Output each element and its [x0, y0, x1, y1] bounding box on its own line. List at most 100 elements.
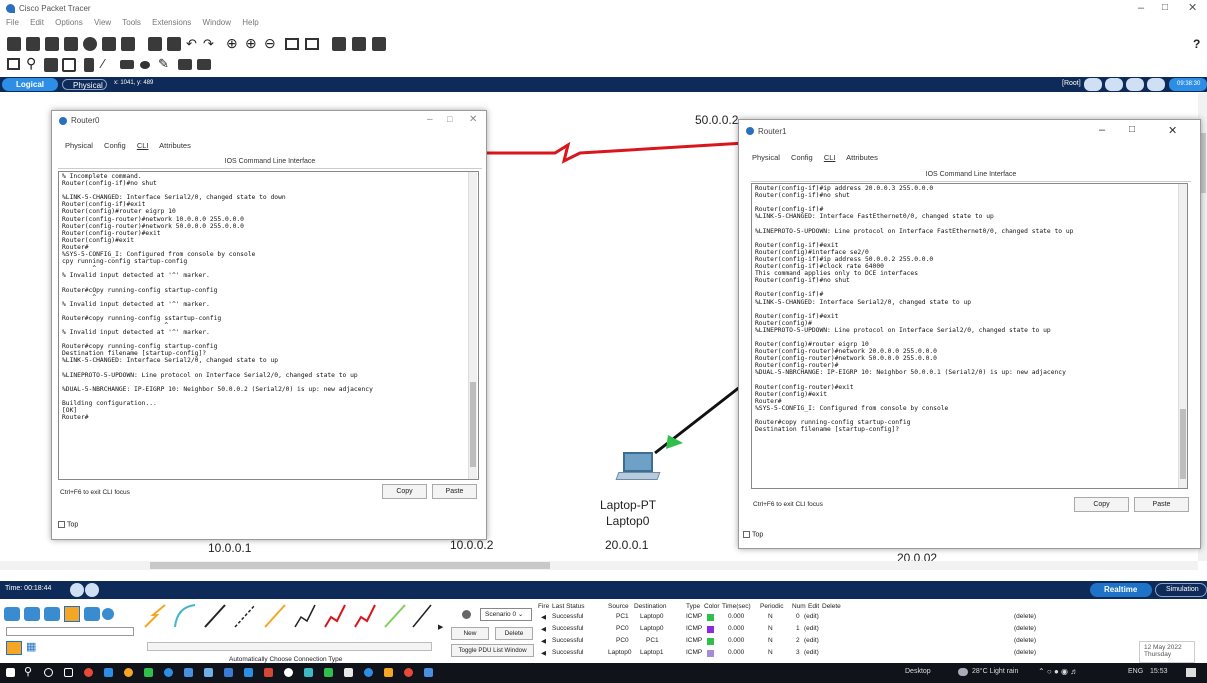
- taskbar-app-icon[interactable]: [364, 668, 373, 677]
- new-file-icon[interactable]: [7, 37, 21, 51]
- realtime-tab[interactable]: Realtime: [1090, 583, 1152, 597]
- weather-text[interactable]: 28°C Light rain: [972, 668, 1018, 675]
- paste-icon[interactable]: [167, 37, 181, 51]
- taskbar-app-icon[interactable]: [144, 668, 153, 677]
- add-simple-pdu-icon[interactable]: [178, 59, 192, 70]
- root-button[interactable]: [Root]: [1062, 80, 1081, 87]
- menu-file[interactable]: File: [6, 18, 19, 27]
- draw-ellipse-icon[interactable]: [140, 61, 150, 69]
- multiuser-icon[interactable]: [102, 608, 114, 620]
- router0-window[interactable]: Router0 – □ ✕ Physical Config CLI Attrib…: [51, 110, 487, 540]
- misc-icon[interactable]: [84, 607, 100, 621]
- tray-icons[interactable]: ⌃ ○ ● ◉ ♬: [1038, 667, 1078, 676]
- router1-minimize-icon[interactable]: –: [1099, 124, 1105, 136]
- tab-config[interactable]: Config: [104, 141, 126, 150]
- taskbar-app-icon[interactable]: [184, 668, 193, 677]
- simulation-tab[interactable]: Simulation: [1155, 583, 1207, 597]
- freeform-icon[interactable]: ✎: [158, 56, 169, 72]
- redo-icon[interactable]: ↷: [203, 36, 214, 52]
- router1-maximize-icon[interactable]: □: [1129, 124, 1135, 135]
- save-icon[interactable]: [45, 37, 59, 51]
- cable-scroll[interactable]: [147, 642, 432, 651]
- tab-cli[interactable]: CLI: [137, 141, 149, 150]
- activity-wizard-icon[interactable]: [121, 37, 135, 51]
- menu-extensions[interactable]: Extensions: [152, 18, 191, 27]
- router1-paste-button[interactable]: Paste: [1134, 497, 1189, 512]
- custom-devices-icon[interactable]: [305, 38, 319, 50]
- taskbar-app-icon[interactable]: [284, 668, 293, 677]
- router1-top-checkbox[interactable]: Top: [743, 531, 763, 538]
- undo-icon[interactable]: ↶: [186, 36, 197, 52]
- expand-arrow-icon[interactable]: ▶: [438, 623, 443, 631]
- pdu-row2-edit[interactable]: (edit): [804, 637, 819, 644]
- taskbar-app-icon[interactable]: [404, 668, 413, 677]
- pdu-fire-icon[interactable]: ◀: [541, 613, 546, 621]
- help-icon[interactable]: ?: [1193, 37, 1200, 51]
- serial-link[interactable]: [487, 141, 746, 164]
- delete-scenario-button[interactable]: Delete: [495, 627, 533, 640]
- fast-forward-icon[interactable]: [85, 583, 99, 597]
- zoom-out-icon[interactable]: ⊖: [264, 35, 276, 52]
- viewport-icon[interactable]: [1147, 78, 1165, 91]
- router0-copy-button[interactable]: Copy: [382, 484, 427, 499]
- scenario-select[interactable]: Scenario 0 ⌄: [480, 608, 532, 621]
- draw-rectangle-icon[interactable]: [120, 60, 134, 69]
- taskbar-app-icon[interactable]: [204, 668, 213, 677]
- pdu-fire-icon[interactable]: ◀: [541, 649, 546, 657]
- pdu-row3-edit[interactable]: (edit): [804, 649, 819, 656]
- taskbar-app-icon[interactable]: [324, 668, 333, 677]
- router0-maximize-icon[interactable]: □: [447, 114, 452, 124]
- cable-icons[interactable]: [143, 601, 433, 631]
- menu-view[interactable]: View: [94, 18, 111, 27]
- tab-physical[interactable]: Physical: [752, 153, 780, 162]
- zoom-in-icon[interactable]: ⊕: [226, 35, 238, 52]
- draw-line-icon[interactable]: ∕: [102, 56, 104, 71]
- router1-titlebar[interactable]: Router1 – □ ✕: [739, 120, 1200, 142]
- connections-icon[interactable]: [64, 606, 80, 622]
- router1-cli-scrollbar[interactable]: [1178, 184, 1187, 488]
- delete-icon[interactable]: [44, 58, 58, 72]
- start-icon[interactable]: [6, 668, 15, 677]
- menu-help[interactable]: Help: [242, 18, 258, 27]
- place-note-icon[interactable]: [84, 58, 94, 72]
- pdu-row1-delete[interactable]: (delete): [1014, 625, 1036, 632]
- router0-cli-scrollbar[interactable]: [468, 172, 477, 479]
- laptop-icon[interactable]: [615, 452, 661, 482]
- network-wizard-icon[interactable]: [102, 37, 116, 51]
- taskbar-app-icon[interactable]: [424, 668, 433, 677]
- taskbar-app-icon[interactable]: [84, 668, 93, 677]
- search-icon[interactable]: ⚲: [24, 665, 32, 678]
- cortana-icon[interactable]: [44, 668, 53, 677]
- navigation-icon[interactable]: [1105, 78, 1123, 91]
- add-complex-pdu-icon[interactable]: [197, 59, 211, 70]
- router1-window[interactable]: Router1 – □ ✕ Physical Config CLI Attrib…: [738, 119, 1201, 549]
- select-icon[interactable]: [7, 58, 20, 70]
- device-list-box[interactable]: [6, 627, 134, 636]
- taskbar-app-icon[interactable]: [164, 668, 173, 677]
- reset-time-icon[interactable]: [70, 583, 84, 597]
- menu-tools[interactable]: Tools: [122, 18, 141, 27]
- router1-copy-button[interactable]: Copy: [1074, 497, 1129, 512]
- router0-paste-button[interactable]: Paste: [432, 484, 477, 499]
- router0-cli-console[interactable]: % Incomplete command. Router(config-if)#…: [58, 171, 479, 480]
- pdu-row2-delete[interactable]: (delete): [1014, 637, 1036, 644]
- new-scenario-button[interactable]: New: [451, 627, 489, 640]
- resize-icon[interactable]: [62, 58, 76, 72]
- pdu-fire-icon[interactable]: ◀: [541, 625, 546, 633]
- logical-tab[interactable]: Logical: [2, 78, 58, 91]
- tab-attributes[interactable]: Attributes: [159, 141, 191, 150]
- pdu-fire-icon[interactable]: ◀: [541, 637, 546, 645]
- print-icon[interactable]: [64, 37, 78, 51]
- router1-close-icon[interactable]: ✕: [1168, 124, 1177, 137]
- copy-icon[interactable]: [148, 37, 162, 51]
- notification-icon[interactable]: [1186, 668, 1196, 677]
- toggle-pdu-list-button[interactable]: Toggle PDU List Window: [451, 644, 534, 657]
- minimize-icon[interactable]: –: [1138, 2, 1144, 14]
- tab-attributes[interactable]: Attributes: [846, 153, 878, 162]
- workspace-scrollbar-h[interactable]: [0, 561, 1198, 570]
- router0-titlebar[interactable]: Router0 – □ ✕: [52, 111, 486, 133]
- taskbar-app-icon[interactable]: [104, 668, 113, 677]
- pdu-row3-delete[interactable]: (delete): [1014, 649, 1036, 656]
- taskbar-time[interactable]: 15:53: [1150, 668, 1168, 675]
- desktop-label[interactable]: Desktop: [905, 668, 931, 675]
